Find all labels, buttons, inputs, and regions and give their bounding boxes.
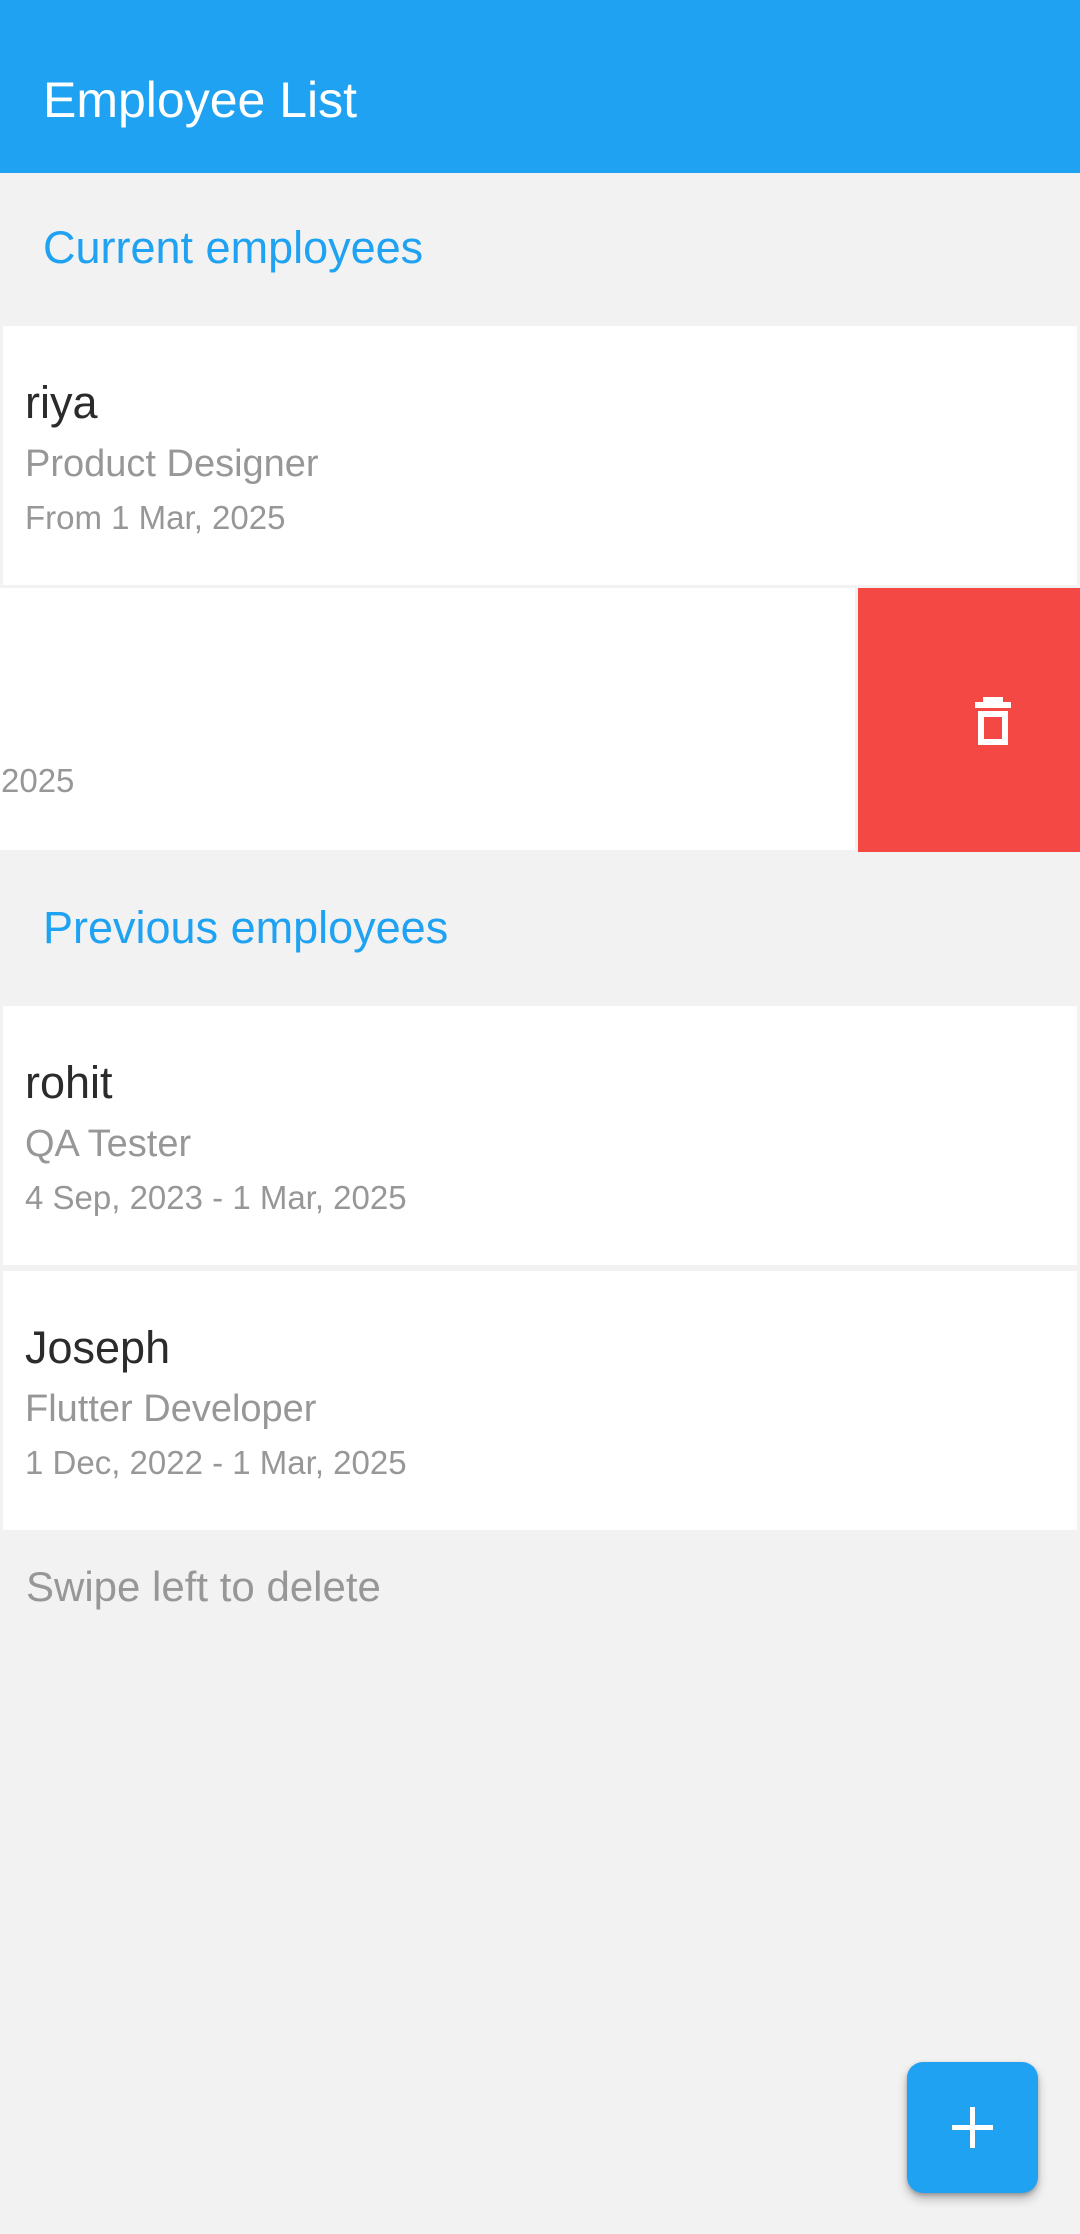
app-bar: Employee List — [0, 0, 1080, 173]
add-employee-button[interactable] — [907, 2062, 1038, 2193]
swipe-hint: Swipe left to delete — [26, 1563, 381, 1610]
section-header-previous: Previous employees — [43, 902, 449, 953]
section-header-current: Current employees — [43, 222, 424, 273]
employee-role: QA Tester — [25, 1123, 192, 1165]
employee-role: Product Designer — [25, 443, 319, 485]
employee-card-swiped[interactable]: 2025 — [0, 588, 855, 850]
employee-name: Joseph — [25, 1322, 171, 1373]
trash-icon[interactable] — [975, 697, 1011, 745]
employee-name: rohit — [25, 1057, 113, 1108]
employee-card-rohit[interactable]: rohit QA Tester 4 Sep, 2023 - 1 Mar, 202… — [3, 1006, 1077, 1265]
employee-dates: From 1 Mar, 2025 — [25, 499, 286, 536]
employee-dates: 2025 — [1, 762, 75, 799]
employee-role: Flutter Developer — [25, 1388, 317, 1430]
employee-name: riya — [25, 377, 98, 428]
swipe-delete-action[interactable] — [858, 588, 1080, 852]
employee-dates: 1 Dec, 2022 - 1 Mar, 2025 — [25, 1444, 407, 1481]
plus-icon — [952, 2107, 993, 2148]
page-title: Employee List — [43, 72, 358, 128]
employee-dates: 4 Sep, 2023 - 1 Mar, 2025 — [25, 1179, 407, 1216]
employee-card-joseph[interactable]: Joseph Flutter Developer 1 Dec, 2022 - 1… — [3, 1271, 1077, 1530]
employee-card-riya[interactable]: riya Product Designer From 1 Mar, 2025 — [3, 326, 1077, 585]
